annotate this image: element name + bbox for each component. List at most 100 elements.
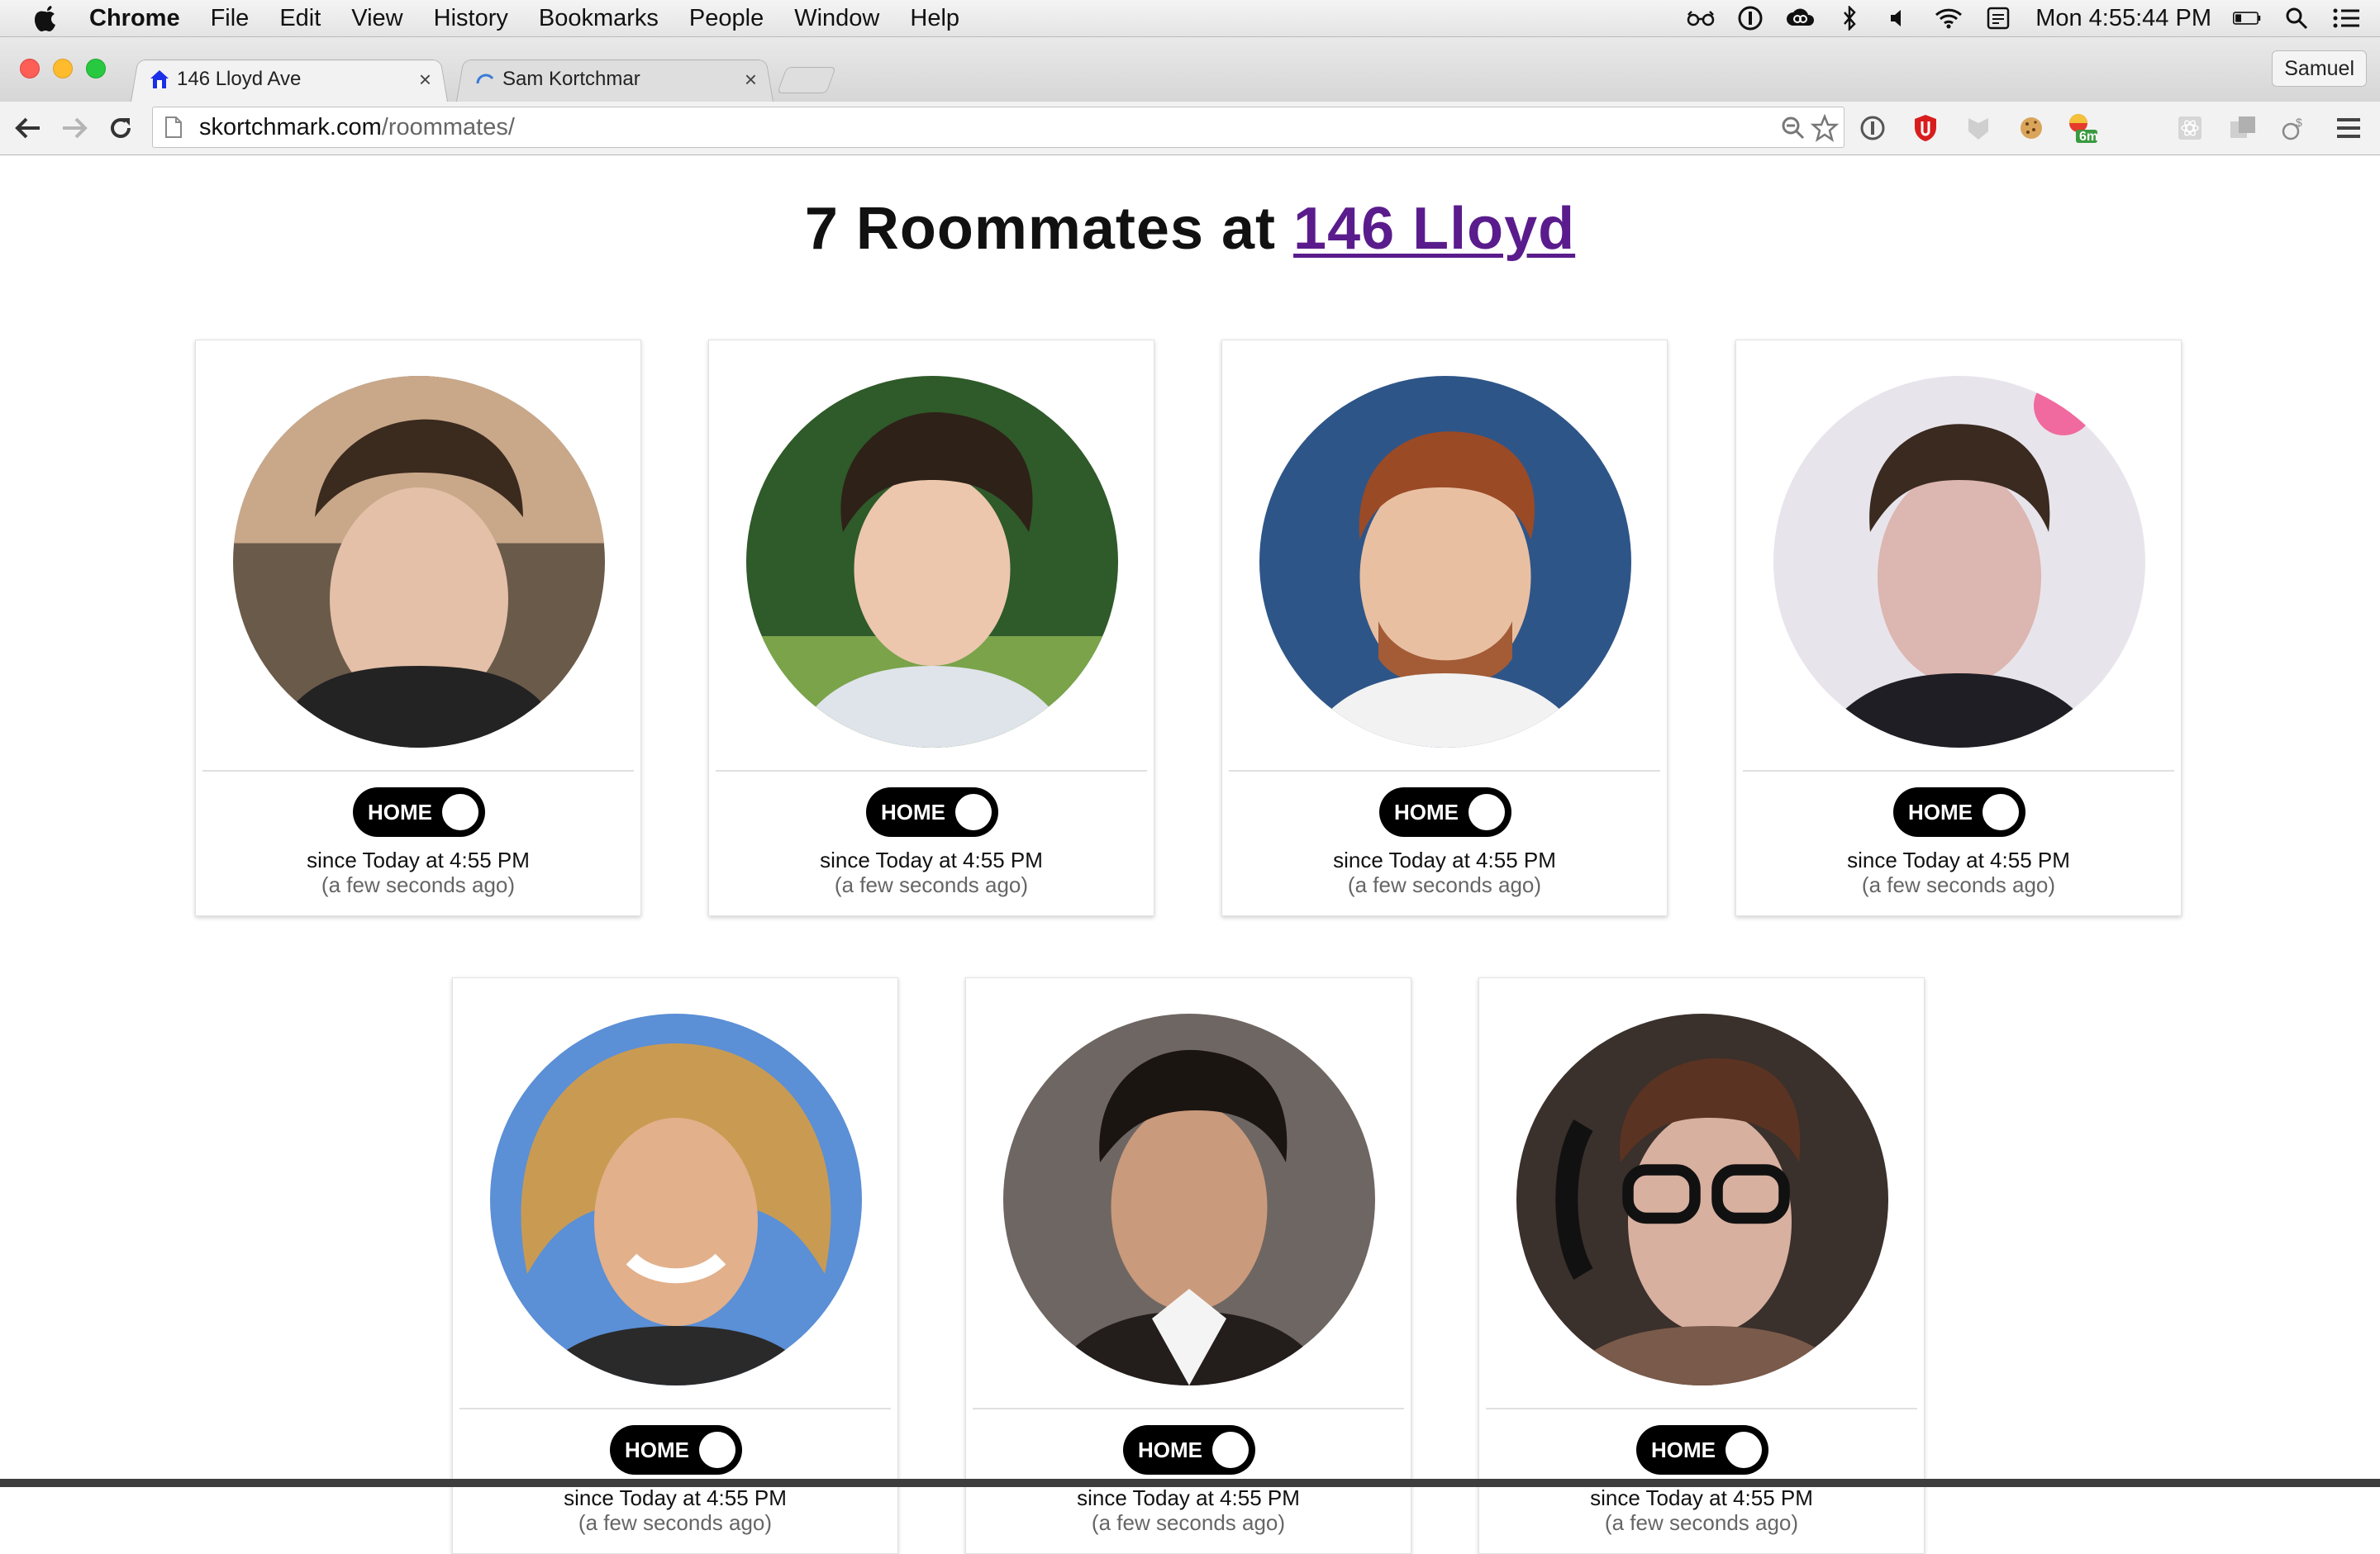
svg-text:$: $ — [2296, 116, 2302, 129]
moon-extension-icon[interactable] — [2121, 112, 2154, 145]
react-devtools-icon[interactable] — [2173, 112, 2206, 145]
roommate-card: HOME since Today at 4:55 PM (a few secon… — [1735, 340, 2182, 916]
reload-icon[interactable] — [104, 112, 137, 145]
wifi-icon[interactable] — [1935, 6, 1963, 31]
since-time: since Today at 4:55 PM — [1590, 1485, 1813, 1510]
volume-icon[interactable] — [1885, 6, 1913, 31]
since-time: since Today at 4:55 PM — [564, 1485, 787, 1510]
timer-extension-icon[interactable]: 6m — [2064, 112, 2099, 145]
home-status-toggle[interactable]: HOME — [1893, 787, 2025, 837]
browser-toolbar: skortchmark.com/roommates/ 6m $ — [0, 102, 2380, 155]
tab-146-lloyd[interactable]: 146 Lloyd Ave × — [131, 57, 448, 102]
roommate-card: HOME since Today at 4:55 PM (a few secon… — [708, 340, 1154, 916]
toggle-knob — [955, 794, 992, 830]
battery-icon[interactable] — [2233, 6, 2261, 31]
notification-center-icon[interactable] — [2332, 6, 2360, 31]
menubar-clock[interactable]: Mon 4:55:44 PM — [2035, 5, 2211, 32]
new-tab-button[interactable] — [777, 67, 836, 93]
relative-time: (a few seconds ago) — [321, 872, 516, 897]
menu-bookmarks[interactable]: Bookmarks — [539, 5, 659, 32]
menu-bar: Chrome File Edit View History Bookmarks … — [0, 0, 2380, 37]
bookmark-star-icon[interactable] — [1810, 113, 1840, 142]
menu-help[interactable]: Help — [910, 5, 959, 32]
toggle-knob — [1468, 794, 1505, 830]
1password-extension-icon[interactable] — [1856, 112, 1889, 145]
ghostery-icon[interactable] — [1962, 112, 1995, 145]
menu-window[interactable]: Window — [794, 5, 879, 32]
since-time: since Today at 4:55 PM — [820, 848, 1043, 872]
relative-time: (a few seconds ago) — [1091, 1510, 1286, 1535]
menu-people[interactable]: People — [689, 5, 764, 32]
home-status-toggle[interactable]: HOME — [353, 787, 485, 837]
spotlight-search-icon[interactable] — [2282, 6, 2311, 31]
roommate-avatar — [1003, 1014, 1375, 1385]
status-label: HOME — [881, 799, 945, 825]
roommate-avatar — [490, 1014, 862, 1385]
home-status-toggle[interactable]: HOME — [1379, 787, 1511, 837]
card-divider — [202, 770, 634, 772]
menu-chrome[interactable]: Chrome — [89, 5, 180, 32]
card-divider — [1743, 770, 2174, 772]
window-controls — [20, 59, 119, 78]
status-label: HOME — [1908, 799, 1973, 825]
relative-time: (a few seconds ago) — [1604, 1510, 1799, 1535]
card-divider — [459, 1408, 891, 1409]
relative-time: (a few seconds ago) — [834, 872, 1029, 897]
card-divider — [1486, 1408, 1917, 1409]
window-close-button[interactable] — [20, 59, 40, 78]
window-minimize-button[interactable] — [53, 59, 73, 78]
copy-extension-icon[interactable] — [2226, 112, 2259, 145]
menu-history[interactable]: History — [434, 5, 508, 32]
house-link[interactable]: 146 Lloyd — [1293, 196, 1575, 262]
home-status-toggle[interactable]: HOME — [610, 1425, 742, 1475]
window-zoom-button[interactable] — [86, 59, 106, 78]
page-icon — [164, 116, 184, 139]
forward-arrow-icon[interactable] — [58, 112, 91, 145]
tab-title: Sam Kortchmar — [502, 68, 640, 90]
apple-icon[interactable] — [31, 3, 60, 33]
home-status-toggle[interactable]: HOME — [1636, 1425, 1768, 1475]
toggle-knob — [1212, 1432, 1249, 1468]
url-domain: skortchmark.com — [199, 113, 382, 140]
chrome-menu-icon[interactable] — [2332, 112, 2365, 145]
dollar-extension-icon[interactable]: $ — [2278, 112, 2311, 145]
keyboard-input-icon[interactable] — [1984, 6, 2012, 31]
tab-close-icon[interactable]: × — [745, 67, 757, 93]
relative-time: (a few seconds ago) — [1347, 872, 1542, 897]
toggle-knob — [1983, 794, 2019, 830]
1password-icon[interactable] — [1736, 6, 1764, 31]
address-bar[interactable]: skortchmark.com/roommates/ — [152, 107, 1844, 148]
roommate-card: HOME since Today at 4:55 PM (a few secon… — [452, 977, 898, 1554]
since-time: since Today at 4:55 PM — [1333, 848, 1556, 872]
window-bottom-edge — [0, 1479, 2380, 1487]
menu-view[interactable]: View — [351, 5, 402, 32]
glasses-icon[interactable] — [1687, 6, 1715, 31]
loading-spinner-icon — [474, 69, 496, 90]
cookie-icon[interactable] — [2015, 112, 2048, 145]
zoom-out-icon[interactable] — [1781, 116, 1806, 140]
menu-edit[interactable]: Edit — [279, 5, 321, 32]
card-divider — [716, 770, 1147, 772]
home-status-toggle[interactable]: HOME — [866, 787, 998, 837]
tab-close-icon[interactable]: × — [419, 67, 431, 93]
tab-strip: 146 Lloyd Ave × Sam Kortchmar × Samuel — [0, 37, 2380, 102]
ublock-shield-icon[interactable] — [1909, 112, 1942, 145]
page-title-prefix: 7 Roommates at — [804, 196, 1294, 262]
url-text[interactable]: skortchmark.com/roommates/ — [199, 114, 515, 141]
status-label: HOME — [1138, 1437, 1202, 1462]
home-status-toggle[interactable]: HOME — [1123, 1425, 1255, 1475]
roommate-card: HOME since Today at 4:55 PM (a few secon… — [965, 977, 1411, 1554]
profile-button[interactable]: Samuel — [2272, 50, 2367, 87]
url-path: /roommates/ — [381, 113, 515, 140]
back-arrow-icon[interactable] — [12, 112, 45, 145]
roommate-avatar — [746, 376, 1118, 748]
roommate-avatar — [233, 376, 605, 748]
since-time: since Today at 4:55 PM — [307, 848, 530, 872]
timer-badge: 6m — [2079, 130, 2099, 144]
menu-file[interactable]: File — [211, 5, 250, 32]
bluetooth-icon[interactable] — [1835, 6, 1864, 31]
toggle-knob — [442, 794, 478, 830]
creative-cloud-icon[interactable] — [1786, 6, 1815, 31]
tab-sam-kortchmar[interactable]: Sam Kortchmar × — [456, 57, 774, 102]
roommate-avatar — [1259, 376, 1631, 748]
